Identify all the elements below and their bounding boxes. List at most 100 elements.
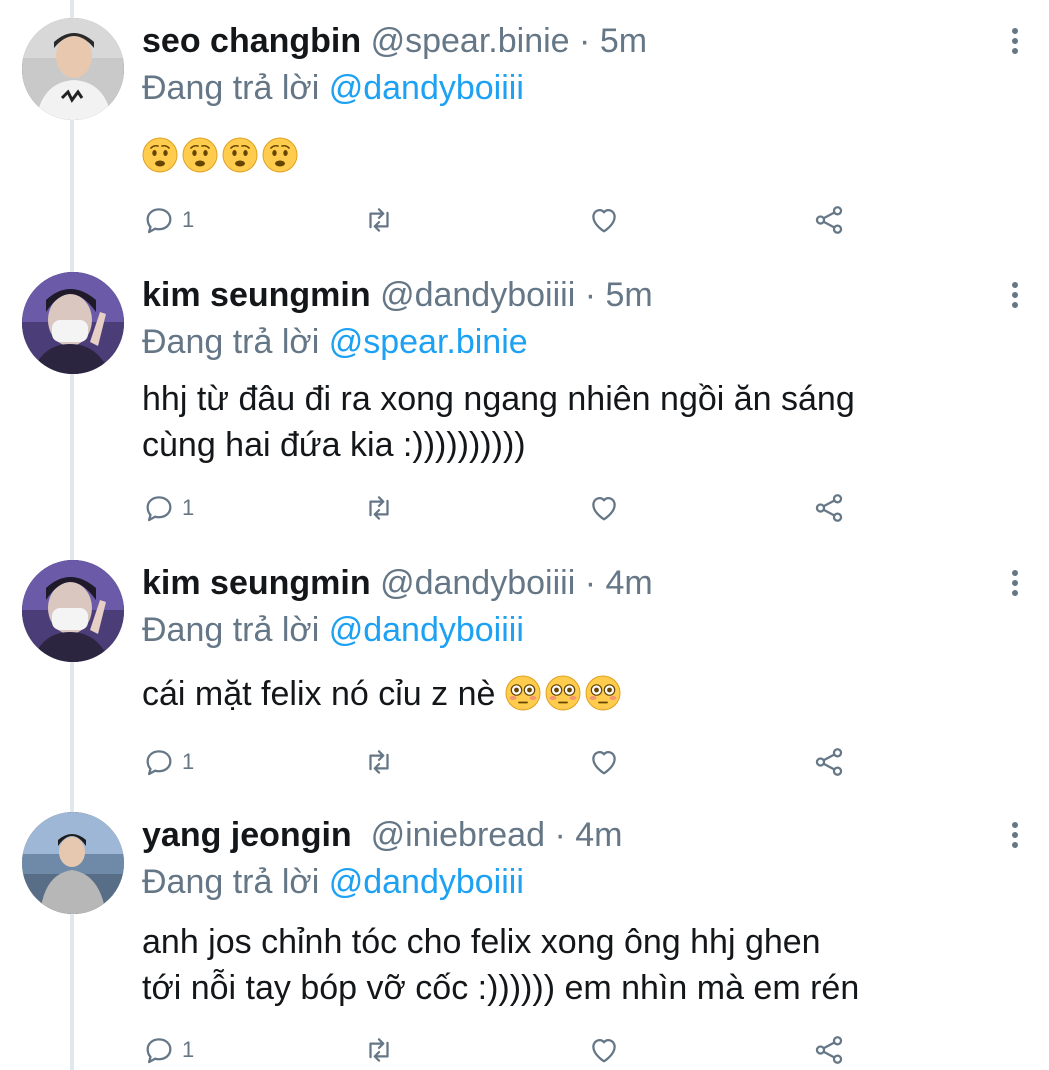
separator-dot: · (579, 22, 591, 60)
replying-prefix: Đang trả lời (142, 69, 329, 107)
tweet-text: anh jos chỉnh tóc cho felix xong ông hhj… (142, 919, 1022, 1011)
more-icon[interactable] (1005, 822, 1025, 852)
user-handle[interactable]: @dandyboiiii (380, 564, 575, 602)
replying-prefix: Đang trả lời (142, 323, 329, 361)
anxious-face-emoji (182, 137, 218, 173)
display-name[interactable]: kim seungmin (142, 564, 371, 602)
replying-prefix: Đang trả lời (142, 863, 329, 901)
like-button[interactable] (587, 200, 621, 240)
tweet-header: kim seungmin @dandyboiiii · 4m (142, 560, 653, 606)
tweet-text: cái mặt felix nó cỉu z nè (142, 671, 1022, 717)
tweet-actions: 1 (142, 1030, 862, 1070)
more-icon[interactable] (1005, 570, 1025, 600)
like-icon (587, 1033, 621, 1067)
display-name[interactable]: yang jeongin (142, 816, 352, 854)
replying-to: Đang trả lời @spear.binie (142, 319, 528, 365)
reply-count: 1 (182, 495, 195, 520)
anxious-face-emoji (222, 137, 258, 173)
tweet-text-line: cái mặt felix nó cỉu z nè (142, 675, 496, 713)
anxious-face-emoji (262, 137, 298, 173)
timestamp[interactable]: 5m (600, 22, 647, 60)
tweet-text-line: hhj từ đâu đi ra xong ngang nhiên ngồi ă… (142, 380, 855, 418)
flushed-face-emoji (585, 675, 621, 711)
avatar-image (22, 272, 124, 374)
timestamp[interactable]: 5m (605, 276, 652, 314)
reply-button[interactable]: 1 (142, 200, 194, 240)
replying-prefix: Đang trả lời (142, 611, 329, 649)
like-icon (587, 491, 621, 525)
retweet-button[interactable] (362, 488, 396, 528)
share-icon (812, 745, 846, 779)
reply-icon (142, 745, 176, 779)
retweet-icon (362, 1033, 396, 1067)
tweet-actions: 1 (142, 742, 862, 782)
reply-button[interactable]: 1 (142, 488, 194, 528)
tweet-text-line: tới nỗi tay bóp vỡ cốc :)))))) em nhìn m… (142, 969, 860, 1007)
reply-count: 1 (182, 749, 195, 774)
flushed-face-emoji (545, 675, 581, 711)
tweet-text (142, 133, 1022, 179)
display-name[interactable]: kim seungmin (142, 276, 371, 314)
separator-dot: · (554, 816, 566, 854)
tweet-text-line: anh jos chỉnh tóc cho felix xong ông hhj… (142, 923, 821, 961)
replying-to: Đang trả lời @dandyboiiii (142, 65, 524, 111)
avatar-image (22, 812, 124, 914)
share-button[interactable] (812, 200, 846, 240)
avatar[interactable] (22, 272, 124, 374)
replying-to: Đang trả lời @dandyboiiii (142, 607, 524, 653)
retweet-icon (362, 745, 396, 779)
reply-count: 1 (182, 1037, 195, 1062)
user-handle[interactable]: @spear.binie (371, 22, 570, 60)
more-icon[interactable] (1005, 282, 1025, 312)
tweet-actions: 1 (142, 488, 862, 528)
display-name[interactable]: seo changbin (142, 22, 361, 60)
tweet-header: seo changbin @spear.binie · 5m (142, 18, 647, 64)
retweet-button[interactable] (362, 742, 396, 782)
share-icon (812, 1033, 846, 1067)
mention-link[interactable]: @dandyboiiii (329, 611, 524, 649)
flushed-face-emoji (505, 675, 541, 711)
user-handle[interactable]: @dandyboiiii (380, 276, 575, 314)
avatar[interactable] (22, 560, 124, 662)
tweet-actions: 1 (142, 200, 862, 240)
share-button[interactable] (812, 1030, 846, 1070)
like-button[interactable] (587, 742, 621, 782)
timestamp[interactable]: 4m (575, 816, 622, 854)
retweet-icon (362, 491, 396, 525)
separator-dot: · (584, 564, 597, 602)
avatar[interactable] (22, 812, 124, 914)
mention-link[interactable]: @spear.binie (329, 323, 528, 361)
tweet-header: kim seungmin @dandyboiiii · 5m (142, 272, 653, 318)
share-button[interactable] (812, 742, 846, 782)
like-button[interactable] (587, 1030, 621, 1070)
tweet-text-line: cùng hai đứa kia :)))))))))) (142, 426, 526, 464)
reply-button[interactable]: 1 (142, 742, 194, 782)
share-icon (812, 203, 846, 237)
like-icon (587, 203, 621, 237)
reply-count: 1 (182, 207, 195, 232)
user-handle[interactable]: @iniebread (371, 816, 545, 854)
mention-link[interactable]: @dandyboiiii (329, 863, 524, 901)
like-button[interactable] (587, 488, 621, 528)
reply-icon (142, 491, 176, 525)
reply-icon (142, 1033, 176, 1067)
reply-button[interactable]: 1 (142, 1030, 194, 1070)
separator-dot: · (584, 276, 597, 314)
avatar[interactable] (22, 18, 124, 120)
avatar-image (22, 560, 124, 662)
reply-icon (142, 203, 176, 237)
mention-link[interactable]: @dandyboiiii (329, 69, 524, 107)
like-icon (587, 745, 621, 779)
replying-to: Đang trả lời @dandyboiiii (142, 859, 524, 905)
retweet-icon (362, 203, 396, 237)
tweet-header: yang jeongin @iniebread · 4m (142, 812, 622, 858)
retweet-button[interactable] (362, 200, 396, 240)
anxious-face-emoji (142, 137, 178, 173)
retweet-button[interactable] (362, 1030, 396, 1070)
share-icon (812, 491, 846, 525)
share-button[interactable] (812, 488, 846, 528)
timestamp[interactable]: 4m (605, 564, 652, 602)
tweet-text: hhj từ đâu đi ra xong ngang nhiên ngồi ă… (142, 376, 1022, 468)
more-icon[interactable] (1005, 28, 1025, 58)
avatar-image (22, 18, 124, 120)
